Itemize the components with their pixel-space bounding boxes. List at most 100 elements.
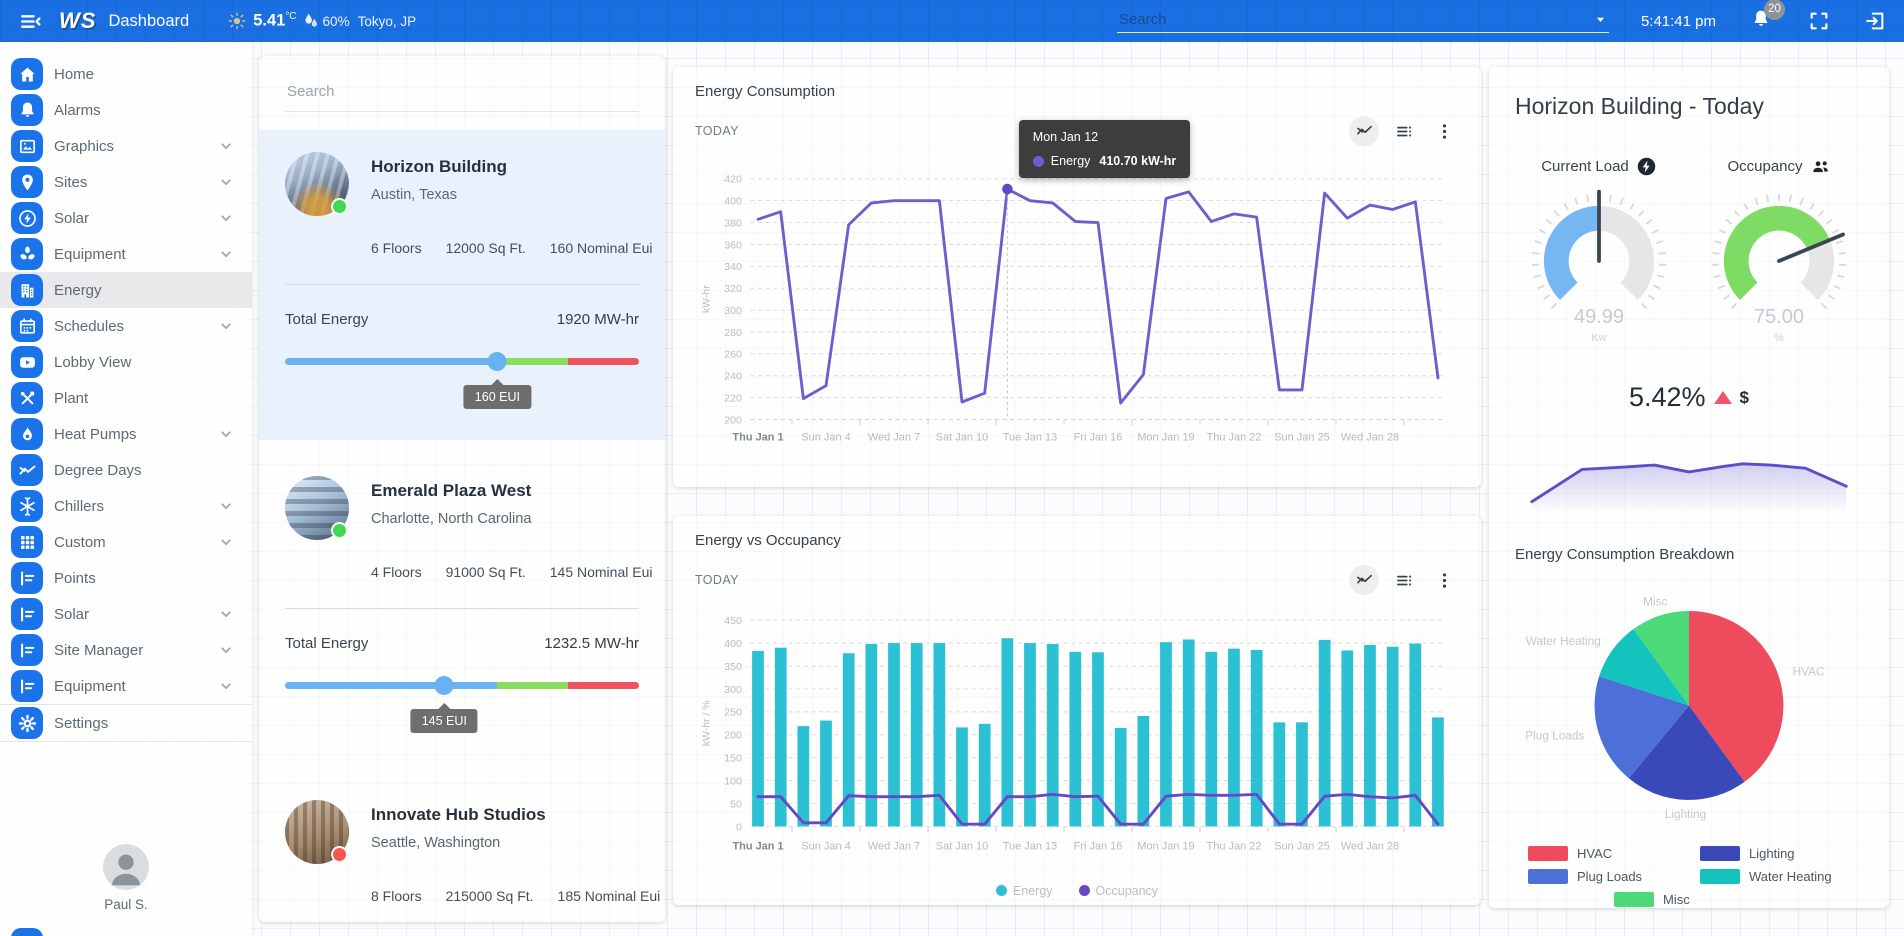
svg-text:240: 240 — [724, 371, 742, 383]
fan-icon — [11, 238, 43, 270]
logout-icon[interactable] — [1864, 10, 1886, 32]
sidebar-item-heat-pumps[interactable]: Heat Pumps — [0, 416, 252, 452]
building-card-horizon-building[interactable]: Horizon BuildingAustin, Texas6 Floors120… — [259, 130, 665, 440]
trend-icon — [11, 454, 43, 486]
humidity-value: 60% — [323, 14, 350, 29]
sidebar-item-equipment[interactable]: Equipment — [0, 668, 252, 704]
sidebar-item-lobby-view[interactable]: Lobby View — [0, 344, 252, 380]
legend-item-water-heating[interactable]: Water Heating — [1700, 869, 1850, 884]
chevron-down-icon — [216, 208, 236, 228]
table-view-icon[interactable] — [1389, 116, 1419, 146]
svg-text:220: 220 — [724, 392, 742, 404]
sidebar-item-home[interactable]: Home — [0, 56, 252, 92]
legend-item-plug-loads[interactable]: Plug Loads — [1528, 869, 1678, 884]
sidebar-item-degree-days[interactable]: Degree Days — [0, 452, 252, 488]
sidebar-item-plant[interactable]: Plant — [0, 380, 252, 416]
app-title: Dashboard — [108, 12, 189, 31]
total-energy-label: Total Energy — [285, 311, 368, 328]
sidebar-item-chillers[interactable]: Chillers — [0, 488, 252, 524]
eui-slider-handle[interactable] — [488, 352, 507, 371]
buildings-search-input[interactable] — [285, 82, 639, 112]
status-dot — [331, 846, 348, 863]
legend-swatch-icon — [1700, 846, 1740, 861]
svg-text:Sun Jan 4: Sun Jan 4 — [801, 431, 850, 443]
legend-item-hvac[interactable]: HVAC — [1528, 846, 1678, 861]
svg-text:200: 200 — [724, 414, 742, 426]
fullscreen-icon[interactable] — [1808, 10, 1830, 32]
sidebar-item-settings[interactable]: Settings — [0, 704, 252, 742]
kebab-menu-icon[interactable] — [1429, 116, 1459, 146]
tooltip-series: Energy — [1051, 154, 1091, 168]
svg-text:Water Heating: Water Heating — [1526, 635, 1601, 649]
energy-consumption-chart[interactable]: 200220240260280300320340360380400420kW-h… — [695, 154, 1459, 469]
sidebar-item-label: Schedules — [54, 318, 124, 335]
svg-text:350: 350 — [724, 661, 742, 673]
list-icon — [11, 598, 43, 630]
sidebar-item-energy[interactable]: Energy — [0, 272, 252, 308]
building-card-list: Horizon BuildingAustin, Texas6 Floors120… — [259, 130, 665, 922]
table-view-icon[interactable] — [1389, 565, 1419, 595]
sidebar-item-alarms[interactable]: Alarms — [0, 92, 252, 128]
series-marker-icon — [1033, 156, 1044, 167]
sidebar-item-points[interactable]: Points — [0, 560, 252, 596]
eui-slider-handle[interactable] — [435, 676, 454, 695]
svg-text:Fri Jan 16: Fri Jan 16 — [1074, 840, 1123, 852]
building-nominal-eui: 145 Nominal Eui — [550, 564, 653, 580]
legend-item-energy[interactable]: Energy — [996, 884, 1053, 898]
building-card-innovate-hub-studios[interactable]: Innovate Hub StudiosSeattle, Washington8… — [259, 778, 665, 922]
sidebar-item-sites[interactable]: Sites — [0, 164, 252, 200]
tooltip-value: 410.70 kW-hr — [1099, 154, 1176, 168]
sidebar-item-solar[interactable]: Solar — [0, 596, 252, 632]
eui-slider[interactable]: 160 EUI — [285, 358, 639, 416]
sidebar-item-label: Chillers — [54, 498, 104, 515]
line-chart-icon[interactable] — [1349, 116, 1379, 146]
grid-icon — [11, 526, 43, 558]
humidity-icon — [301, 11, 321, 31]
sidebar-item-graphics[interactable]: Graphics — [0, 128, 252, 164]
list-icon — [11, 562, 43, 594]
caret-down-icon[interactable] — [1592, 11, 1609, 28]
sidebar-item-solar[interactable]: Solar — [0, 200, 252, 236]
sidebar-item-label: Plant — [54, 390, 88, 407]
chevron-down-icon — [216, 136, 236, 156]
building-stats: 4 Floors91000 Sq Ft.145 Nominal Eui — [371, 560, 639, 584]
svg-text:Mon Jan 19: Mon Jan 19 — [1137, 431, 1194, 443]
menu-icon[interactable] — [18, 9, 43, 34]
people-icon — [1810, 156, 1831, 177]
breakdown-pie-chart[interactable]: HVACLightingPlug LoadsWater HeatingMisc — [1520, 571, 1858, 844]
kebab-menu-icon[interactable] — [1429, 565, 1459, 595]
user-profile[interactable]: Paul S. — [0, 844, 252, 912]
notifications-button[interactable]: 20 — [1750, 8, 1772, 35]
svg-text:300: 300 — [724, 684, 742, 696]
legend-item-lighting[interactable]: Lighting — [1700, 846, 1850, 861]
legend-swatch-icon — [1528, 846, 1568, 861]
sidebar-item-custom[interactable]: Custom — [0, 524, 252, 560]
building-area: 215000 Sq Ft. — [446, 888, 534, 904]
building-name: Innovate Hub Studios — [371, 805, 546, 825]
energy-vs-occupancy-chart[interactable]: 050100150200250300350400450kW-hr / %Thu … — [695, 603, 1459, 880]
building-name: Horizon Building — [371, 157, 507, 177]
buildings-search — [259, 56, 665, 112]
total-energy-value: 1232.5 MW-hr — [544, 635, 639, 652]
svg-text:HVAC: HVAC — [1793, 665, 1825, 679]
svg-text:Lighting: Lighting — [1665, 808, 1706, 822]
sidebar-item-schedules[interactable]: Schedules — [0, 308, 252, 344]
building-stats: 6 Floors12000 Sq Ft.160 Nominal Eui — [371, 236, 639, 260]
header-search-input[interactable] — [1117, 10, 1592, 29]
legend-item-occupancy[interactable]: Occupancy — [1079, 884, 1159, 898]
sidebar-item-site-manager[interactable]: Site Manager — [0, 632, 252, 668]
snowflake-icon — [11, 490, 43, 522]
sidebar-item-equipment[interactable]: Equipment — [0, 236, 252, 272]
building-area: 12000 Sq Ft. — [446, 240, 526, 256]
building-card-emerald-plaza-west[interactable]: Emerald Plaza WestCharlotte, North Carol… — [259, 454, 665, 764]
svg-text:Thu Jan 22: Thu Jan 22 — [1207, 431, 1262, 443]
building-floors: 6 Floors — [371, 240, 422, 256]
total-energy-value: 1920 MW-hr — [557, 311, 639, 328]
legend-item-misc[interactable]: Misc — [1614, 892, 1764, 907]
line-chart-icon[interactable] — [1349, 565, 1379, 595]
eui-slider[interactable]: 145 EUI — [285, 682, 639, 740]
svg-text:Sun Jan 4: Sun Jan 4 — [801, 840, 850, 852]
svg-text:Wed Jan 7: Wed Jan 7 — [868, 431, 920, 443]
pin-icon — [11, 166, 43, 198]
sidebar-nav: HomeAlarmsGraphicsSitesSolarEquipmentEne… — [0, 42, 252, 742]
